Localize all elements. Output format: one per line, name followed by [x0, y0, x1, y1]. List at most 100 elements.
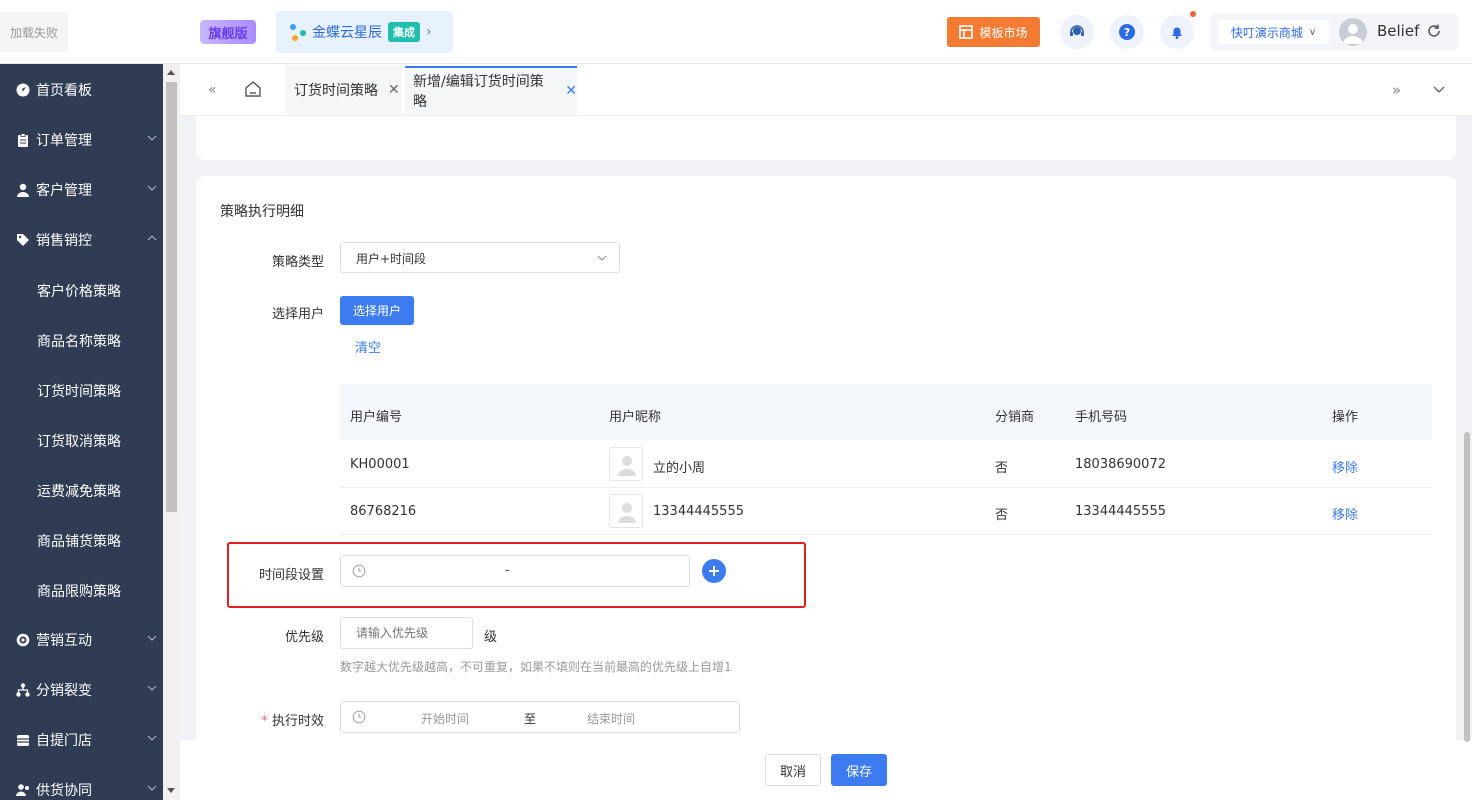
notification-dot: [1190, 11, 1196, 17]
priority-unit: 级: [484, 630, 498, 645]
sidebar-subitem[interactable]: 订货时间策略: [37, 381, 121, 401]
product-switcher[interactable]: 金蝶云星辰 集成 ›: [276, 11, 453, 53]
strategy-type-select[interactable]: 用户+时间段: [340, 242, 620, 273]
save-button[interactable]: 保存: [831, 754, 887, 786]
sidebar-item-customers[interactable]: 客户管理: [0, 165, 163, 215]
sidebar-subitem[interactable]: 商品名称策略: [37, 331, 121, 351]
chevron-down-icon[interactable]: [1433, 84, 1445, 99]
cell-phone: 13344445555: [1075, 504, 1166, 519]
logo: 加载失败: [0, 12, 68, 52]
customer-service-button[interactable]: [1060, 15, 1094, 49]
sidebar-subitem[interactable]: 客户价格策略: [37, 281, 121, 301]
tab-label: 新增/编辑订货时间策略: [413, 74, 544, 110]
priority-hint: 数字越大优先级越高，不可重复，如果不填则在当前最高的优先级上自增1: [340, 660, 732, 674]
column-header-user-id: 用户编号: [350, 410, 403, 425]
validity-label: * 执行时效: [261, 714, 324, 729]
tag-icon: [17, 234, 29, 246]
product-name: 金蝶云星辰: [312, 25, 382, 41]
product-logo-icon: [288, 22, 308, 42]
cell-user-id: 86768216: [350, 504, 417, 519]
close-icon[interactable]: ✕: [388, 82, 400, 98]
sidebar-subitem[interactable]: 订货取消策略: [37, 431, 121, 451]
table-header: [340, 384, 1432, 440]
sidebar-subitem[interactable]: 运费减免策略: [37, 481, 121, 501]
notification-button[interactable]: [1160, 15, 1194, 49]
home-icon[interactable]: [244, 80, 262, 102]
priority-label: 优先级: [284, 630, 324, 645]
edition-badge: 旗舰版: [200, 20, 256, 44]
column-header-action: 操作: [1332, 410, 1359, 425]
tab-edit-order-time-strategy[interactable]: 新增/编辑订货时间策略 ✕: [405, 66, 577, 114]
range-to-label: 至: [524, 712, 537, 726]
column-header-phone: 手机号码: [1075, 410, 1128, 425]
cell-user-id: KH00001: [350, 457, 410, 472]
remove-link[interactable]: 移除: [1332, 504, 1358, 523]
clear-link[interactable]: 清空: [355, 337, 381, 356]
headset-icon: [1070, 25, 1084, 36]
chevron-right-icon: ›: [426, 24, 432, 40]
user-avatar[interactable]: [1339, 18, 1367, 46]
double-chevron-left-icon[interactable]: «: [208, 82, 217, 98]
layout-icon: [959, 25, 974, 39]
template-market-button[interactable]: 模板市场: [947, 17, 1040, 47]
row-divider: [340, 534, 1432, 535]
cell-phone: 18038690072: [1075, 457, 1166, 472]
navigation-icon: [16, 83, 30, 97]
tab-order-time-strategy[interactable]: 订货时间策略 ✕: [286, 66, 401, 114]
start-time-placeholder[interactable]: 开始时间: [421, 710, 469, 727]
template-market-label: 模板市场: [979, 25, 1028, 40]
bell-icon: [1172, 27, 1182, 39]
sidebar-item-marketing[interactable]: 营销互动: [0, 615, 163, 665]
close-icon[interactable]: ✕: [565, 83, 577, 99]
column-header-distributor: 分销商: [995, 410, 1035, 425]
store-icon: [17, 735, 29, 746]
hierarchy-icon: [16, 683, 30, 697]
sidebar-item-sales-control[interactable]: 销售销控: [0, 215, 163, 265]
sidebar-scrollbar-thumb[interactable]: [166, 82, 177, 512]
avatar-icon: [1343, 24, 1363, 44]
cancel-button[interactable]: 取消: [765, 754, 821, 786]
users-icon: [16, 784, 29, 796]
double-chevron-right-icon[interactable]: »: [1392, 81, 1401, 99]
store-selector[interactable]: 快叮演示商城 ∨: [1218, 20, 1329, 44]
previous-section-card: [196, 116, 1456, 160]
clipboard-icon: [18, 133, 28, 147]
strategy-type-label: 策略类型: [271, 255, 324, 270]
target-icon: [16, 633, 30, 647]
avatar-icon: [618, 503, 636, 523]
select-user-button[interactable]: 选择用户: [340, 296, 414, 325]
product-tag: 集成: [388, 22, 420, 42]
clock-icon: [352, 710, 366, 724]
user-avatar-placeholder: [609, 494, 643, 528]
highlight-box: [227, 542, 806, 608]
cell-nickname: 13344445555: [653, 504, 744, 519]
refresh-icon[interactable]: [1426, 23, 1442, 43]
validity-date-range-picker[interactable]: 开始时间 至 结束时间: [340, 701, 740, 733]
store-name: 快叮演示商城: [1230, 25, 1303, 40]
end-time-placeholder[interactable]: 结束时间: [587, 710, 635, 727]
content-scrollbar-thumb[interactable]: [1464, 432, 1470, 742]
chevron-down-icon: [147, 635, 157, 641]
chevron-down-icon: [147, 785, 157, 791]
sidebar-item-orders[interactable]: 订单管理: [0, 115, 163, 165]
user-avatar-placeholder: [609, 447, 643, 481]
chevron-down-icon: [147, 735, 157, 741]
column-header-nickname: 用户昵称: [609, 410, 662, 425]
sidebar-subitem[interactable]: 商品限购策略: [37, 581, 121, 601]
chevron-up-icon: [147, 235, 157, 241]
select-user-label: 选择用户: [271, 307, 324, 322]
chevron-down-icon: [147, 685, 157, 691]
remove-link[interactable]: 移除: [1332, 457, 1358, 476]
strategy-type-value: 用户+时间段: [356, 252, 427, 266]
row-divider: [340, 487, 1432, 488]
cell-nickname: 立的小周: [653, 461, 706, 476]
sidebar-subitem[interactable]: 商品铺货策略: [37, 531, 121, 551]
sidebar-item-supply-collab[interactable]: 供货协同: [0, 765, 163, 800]
priority-input[interactable]: [340, 617, 473, 649]
user-icon: [17, 183, 29, 197]
sidebar-item-pickup-store[interactable]: 自提门店: [0, 715, 163, 765]
sidebar-item-distribution[interactable]: 分销裂变: [0, 665, 163, 715]
sidebar-item-dashboard[interactable]: 首页看板: [0, 65, 163, 115]
help-button[interactable]: ?: [1110, 15, 1144, 49]
footer-bar: [180, 740, 1472, 800]
